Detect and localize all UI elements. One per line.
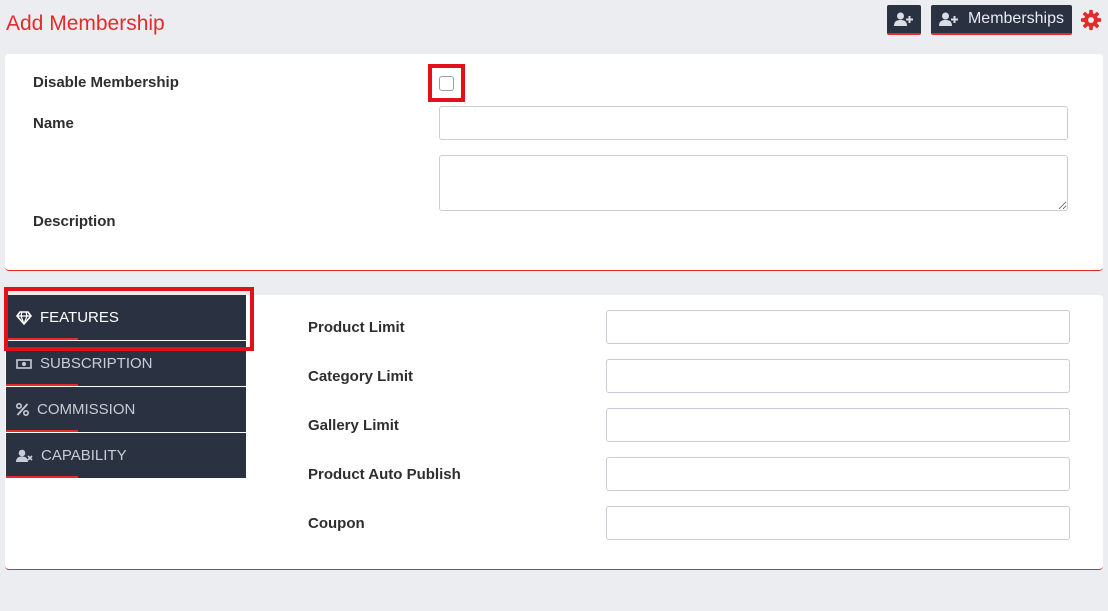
- money-icon: [16, 358, 32, 370]
- tab-label: CAPABILITY: [41, 447, 127, 464]
- tab-commission[interactable]: COMMISSION: [6, 387, 246, 432]
- memberships-label: Memberships: [967, 10, 1064, 27]
- coupon-label: Coupon: [308, 515, 365, 532]
- percent-icon: [16, 403, 29, 416]
- description-label: Description: [33, 213, 116, 230]
- add-member-button[interactable]: [886, 5, 921, 35]
- disable-membership-label: Disable Membership: [33, 74, 179, 91]
- user-plus-icon: [938, 12, 958, 27]
- gallery-limit-label: Gallery Limit: [308, 417, 399, 434]
- disable-membership-checkbox[interactable]: [439, 75, 454, 91]
- membership-settings-card: FEATURES SUBSCRIPTION COMMISSION CAPABIL…: [4, 287, 1103, 570]
- gallery-limit-input[interactable]: [606, 408, 1070, 442]
- tab-label: SUBSCRIPTION: [40, 355, 153, 372]
- page-title: Add Membership: [6, 12, 165, 35]
- settings-tabs: FEATURES SUBSCRIPTION COMMISSION CAPABIL…: [4, 287, 254, 479]
- tab-capability[interactable]: CAPABILITY: [6, 433, 246, 478]
- membership-details-card: Disable Membership Name Description: [5, 54, 1103, 271]
- name-label: Name: [33, 115, 74, 132]
- top-actions: Memberships: [886, 5, 1102, 35]
- disable-membership-highlight: [428, 64, 465, 102]
- tab-label: FEATURES: [40, 309, 119, 326]
- tab-underline: [6, 338, 78, 340]
- user-x-icon: [16, 449, 33, 463]
- gear-icon[interactable]: [1080, 9, 1102, 31]
- tab-underline: [6, 476, 78, 478]
- name-input[interactable]: [439, 106, 1068, 140]
- coupon-input[interactable]: [606, 506, 1070, 540]
- tab-underline: [6, 384, 78, 386]
- category-limit-input[interactable]: [606, 359, 1070, 393]
- tab-label: COMMISSION: [37, 401, 136, 418]
- description-textarea[interactable]: [439, 155, 1068, 211]
- product-auto-publish-label: Product Auto Publish: [308, 466, 461, 483]
- product-limit-label: Product Limit: [308, 319, 405, 336]
- user-plus-icon: [894, 12, 914, 27]
- tab-subscription[interactable]: SUBSCRIPTION: [6, 341, 246, 386]
- tab-underline: [6, 430, 78, 432]
- tab-features[interactable]: FEATURES: [6, 295, 246, 340]
- product-auto-publish-input[interactable]: [606, 457, 1070, 491]
- memberships-button[interactable]: Memberships: [930, 5, 1072, 35]
- product-limit-input[interactable]: [606, 310, 1070, 344]
- diamond-icon: [16, 310, 32, 325]
- category-limit-label: Category Limit: [308, 368, 414, 385]
